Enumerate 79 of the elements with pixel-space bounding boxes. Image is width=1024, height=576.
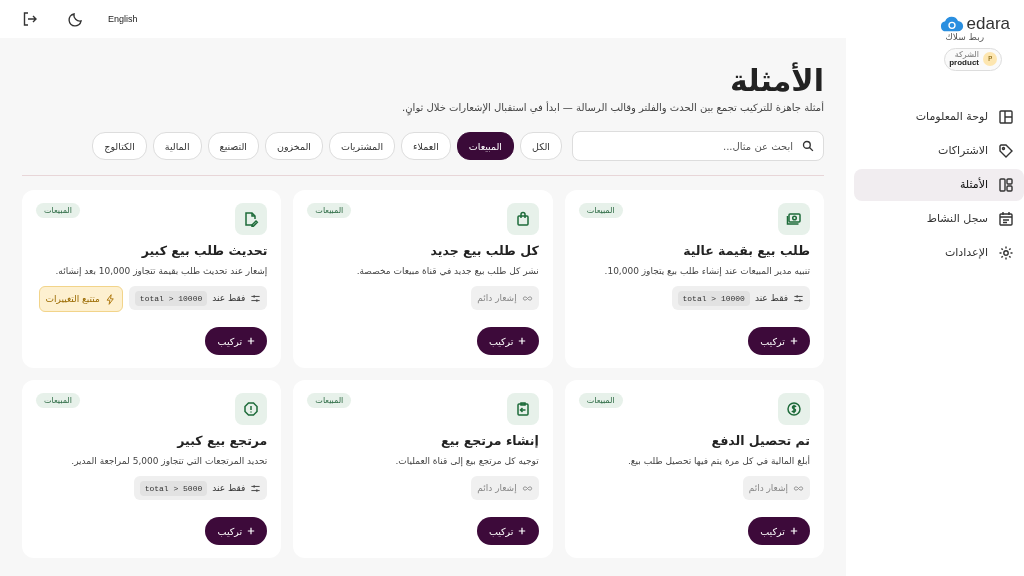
lightning-icon xyxy=(104,293,116,305)
card-title: إنشاء مرتجع بيع xyxy=(441,433,539,448)
card-title: كل طلب بيع جديد xyxy=(430,243,539,258)
filter-chip[interactable]: المشتريات xyxy=(329,132,396,160)
condition-code: total > 5000 xyxy=(139,480,208,496)
sidebar-item[interactable]: الأمثلة xyxy=(854,168,1024,201)
filter-chip[interactable]: الكل xyxy=(520,132,562,160)
card-title: مرتجع بيع كبير xyxy=(177,433,268,448)
tag-icon xyxy=(998,142,1014,159)
sliders-icon xyxy=(250,482,262,494)
language-link[interactable]: English xyxy=(108,14,138,24)
card-title: تم تحصيل الدفع xyxy=(711,433,810,448)
card-description: تنبيه مدير المبيعات عند إنشاء طلب بيع يتجاوز 10,000. xyxy=(604,266,810,276)
category-tag: المبيعات xyxy=(578,393,623,408)
card-description: إشعار عند تحديث طلب بقيمة تتجاوز 10,000 بعد إنشائه. xyxy=(55,266,268,276)
always-label: إشعار دائم xyxy=(477,483,517,493)
page-title: الأمثلة xyxy=(729,62,824,100)
category-tag: المبيعات xyxy=(578,203,623,218)
plus-icon xyxy=(247,527,256,535)
plus-icon xyxy=(518,337,527,345)
shopping-bag-icon xyxy=(506,203,539,235)
category-tag: المبيعات xyxy=(36,393,80,408)
plus-icon xyxy=(247,337,256,345)
install-button[interactable]: تركيب xyxy=(476,517,539,545)
clipboard-arrow-icon xyxy=(506,393,539,425)
dollar-icon xyxy=(778,393,810,425)
card-title: طلب بيع بقيمة عالية xyxy=(683,243,810,258)
category-tag: المبيعات xyxy=(307,203,352,218)
sidebar-item[interactable]: الإعدادات xyxy=(854,236,1024,269)
condition-code: total > 10000 xyxy=(134,290,208,306)
plus-icon xyxy=(518,527,527,535)
moon-icon[interactable] xyxy=(68,11,84,27)
layout-icon xyxy=(998,176,1014,193)
alert-icon xyxy=(235,393,268,425)
condition-code: total > 10000 xyxy=(677,290,750,306)
logout-icon[interactable] xyxy=(22,11,38,27)
card-description: نشر كل طلب بيع جديد في قناة مبيعات مخصصة. xyxy=(356,266,539,276)
search-field[interactable]: ابحث عن مثال... xyxy=(572,131,824,161)
banknote-icon xyxy=(778,203,810,235)
filter-chip[interactable]: الكتالوج xyxy=(92,132,147,160)
condition-label: فقط عند xyxy=(212,293,246,303)
brand-name: edara xyxy=(966,14,1010,33)
install-button[interactable]: تركيب xyxy=(748,517,810,545)
settings-icon xyxy=(998,244,1014,261)
company-name: product xyxy=(949,59,979,68)
filter-chip[interactable]: المخزون xyxy=(265,132,323,160)
sidebar-item[interactable]: سجل النشاط xyxy=(854,202,1024,235)
category-tag: المبيعات xyxy=(307,393,352,408)
condition-label: فقط عند xyxy=(212,483,246,493)
card-title: تحديث طلب بيع كبير xyxy=(141,243,268,258)
sidebar-item[interactable]: الاشتراكات xyxy=(854,134,1024,167)
panel-icon xyxy=(998,108,1014,125)
install-button[interactable]: تركيب xyxy=(748,327,810,355)
company-label: الشركة xyxy=(954,51,979,59)
sidebar-item[interactable]: لوحة المعلومات xyxy=(854,100,1024,133)
filter-chip[interactable]: التصنيع xyxy=(207,132,259,160)
document-edit-icon xyxy=(235,203,268,235)
brand-subtitle: ربط سلاك xyxy=(945,32,984,42)
track-changes-label: متتبع التغييرات xyxy=(45,294,100,304)
search-icon xyxy=(802,140,814,152)
sliders-icon xyxy=(793,292,804,304)
install-button[interactable]: تركيب xyxy=(205,327,268,355)
category-tag: المبيعات xyxy=(36,203,80,218)
condition-label: فقط عند xyxy=(754,293,788,303)
cloud-icon xyxy=(939,15,964,33)
card-description: تحديد المرتجعات التي تتجاوز 5,000 لمراجعة المدير. xyxy=(71,456,268,466)
install-button[interactable]: تركيب xyxy=(205,517,268,545)
install-button[interactable]: تركيب xyxy=(476,327,539,355)
card-description: توجيه كل مرتجع بيع إلى قناة العمليات. xyxy=(395,456,539,466)
always-label: إشعار دائم xyxy=(748,483,788,493)
filter-chip[interactable]: المبيعات xyxy=(456,132,514,160)
plus-icon xyxy=(789,337,798,345)
sliders-icon xyxy=(250,292,262,304)
calendar-icon xyxy=(998,210,1014,227)
filter-chip[interactable]: المالية xyxy=(152,132,202,160)
card-description: أبلغ المالية في كل مرة يتم فيها تحصيل طلب بيع. xyxy=(627,456,810,466)
always-label: إشعار دائم xyxy=(477,293,517,303)
filter-chip[interactable]: العملاء xyxy=(401,132,451,160)
plus-icon xyxy=(789,527,798,535)
